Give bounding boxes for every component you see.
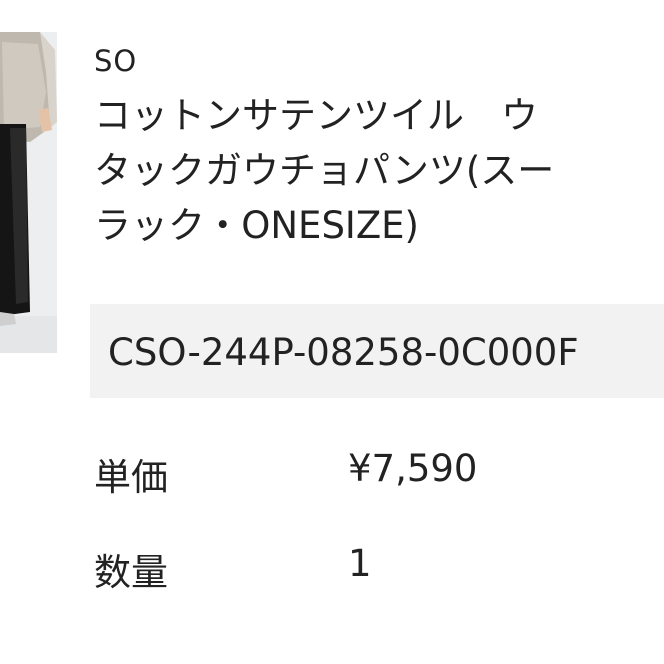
product-title-line: タックガウチョパンツ(スー xyxy=(94,149,555,192)
quantity-row: 数量 1 xyxy=(94,542,594,594)
quantity-value: 1 xyxy=(348,542,372,585)
product-title-line: ラック・ONESIZE) xyxy=(94,204,419,247)
order-item-detail: SO コットンサテンツイル ウ タックガウチョパンツ(スー ラック・ONESIZ… xyxy=(0,0,664,664)
product-code: CSO-244P-08258-0C000F xyxy=(108,331,579,374)
product-title-line: コットンサテンツイル ウ xyxy=(94,94,538,137)
product-code-box: CSO-244P-08258-0C000F xyxy=(90,304,664,398)
brand-name: SO xyxy=(94,44,138,78)
quantity-label: 数量 xyxy=(94,551,168,594)
price-value: ¥7,590 xyxy=(348,447,478,490)
product-thumbnail[interactable] xyxy=(0,32,57,353)
price-row: 単価 ¥7,590 xyxy=(94,447,594,499)
price-label: 単価 xyxy=(94,456,168,499)
product-title[interactable]: コットンサテンツイル ウ タックガウチョパンツ(スー ラック・ONESIZE) xyxy=(94,88,664,253)
product-photo xyxy=(0,32,57,353)
